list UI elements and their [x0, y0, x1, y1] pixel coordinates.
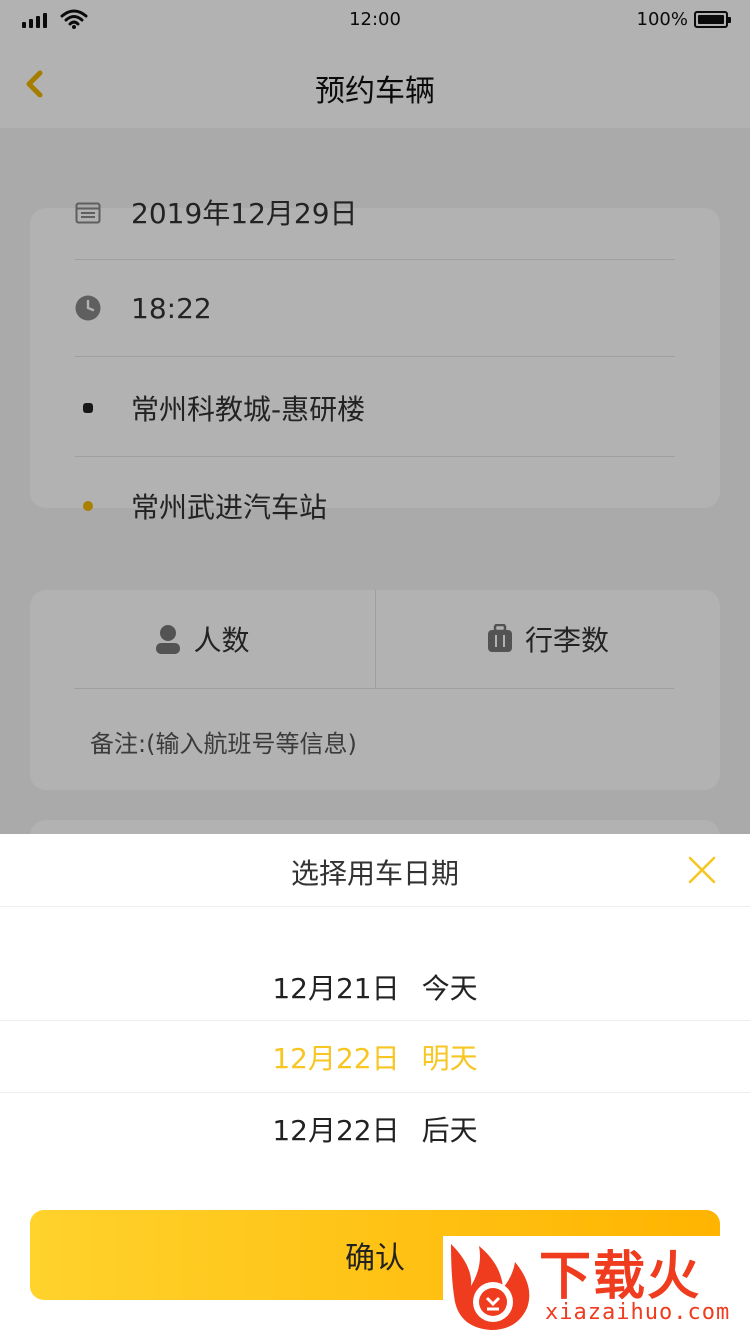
close-icon[interactable] — [686, 854, 718, 886]
sheet-title: 选择用车日期 — [290, 857, 459, 890]
watermark-site: xiazaihuo.com — [545, 1300, 731, 1325]
option-date: 12月21日 — [272, 972, 400, 1005]
option-date: 12月22日 — [272, 1114, 400, 1147]
date-option-selected[interactable]: 12月22日 明天 — [0, 1022, 750, 1092]
watermark: 下载火 xiazaihuo.com — [443, 1236, 750, 1334]
option-day: 后天 — [421, 1114, 478, 1147]
divider — [0, 1092, 750, 1093]
option-day: 今天 — [421, 972, 478, 1005]
divider — [0, 1020, 750, 1021]
date-option[interactable]: 12月21日 今天 — [0, 952, 750, 1022]
flame-logo-icon — [451, 1244, 530, 1330]
modal-overlay[interactable] — [0, 0, 750, 834]
watermark-brand: 下载火 — [539, 1247, 702, 1307]
option-day: 明天 — [421, 1042, 478, 1075]
date-option[interactable]: 12月22日 后天 — [0, 1094, 750, 1164]
divider — [0, 906, 750, 907]
option-date: 12月22日 — [272, 1042, 400, 1075]
